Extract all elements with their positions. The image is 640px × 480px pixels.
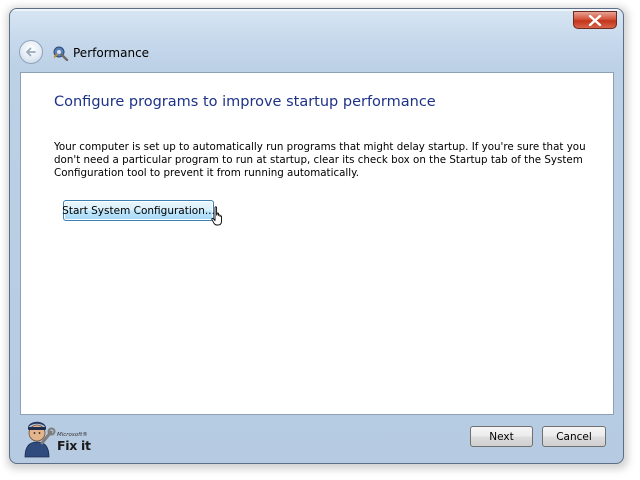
fix-it-brand-label: Fix it — [57, 438, 91, 453]
nav-title: Performance — [73, 46, 150, 60]
back-button[interactable] — [19, 40, 43, 64]
hand-cursor-icon — [211, 206, 222, 226]
cancel-button[interactable]: Cancel — [542, 426, 606, 447]
page-heading: Configure programs to improve startup pe… — [54, 94, 436, 110]
close-x-icon — [588, 14, 602, 26]
performance-wrench-icon — [53, 46, 69, 61]
close-button[interactable] — [573, 11, 617, 29]
content-panel: Configure programs to improve startup pe… — [20, 72, 614, 415]
wizard-window: Performance Configure programs to improv… — [9, 8, 624, 464]
next-button[interactable]: Next — [470, 426, 533, 447]
back-arrow-icon — [26, 47, 36, 57]
start-system-configuration-button[interactable]: Start System Configuration... — [62, 200, 215, 221]
description-text: Your computer is set up to automatically… — [54, 141, 586, 179]
